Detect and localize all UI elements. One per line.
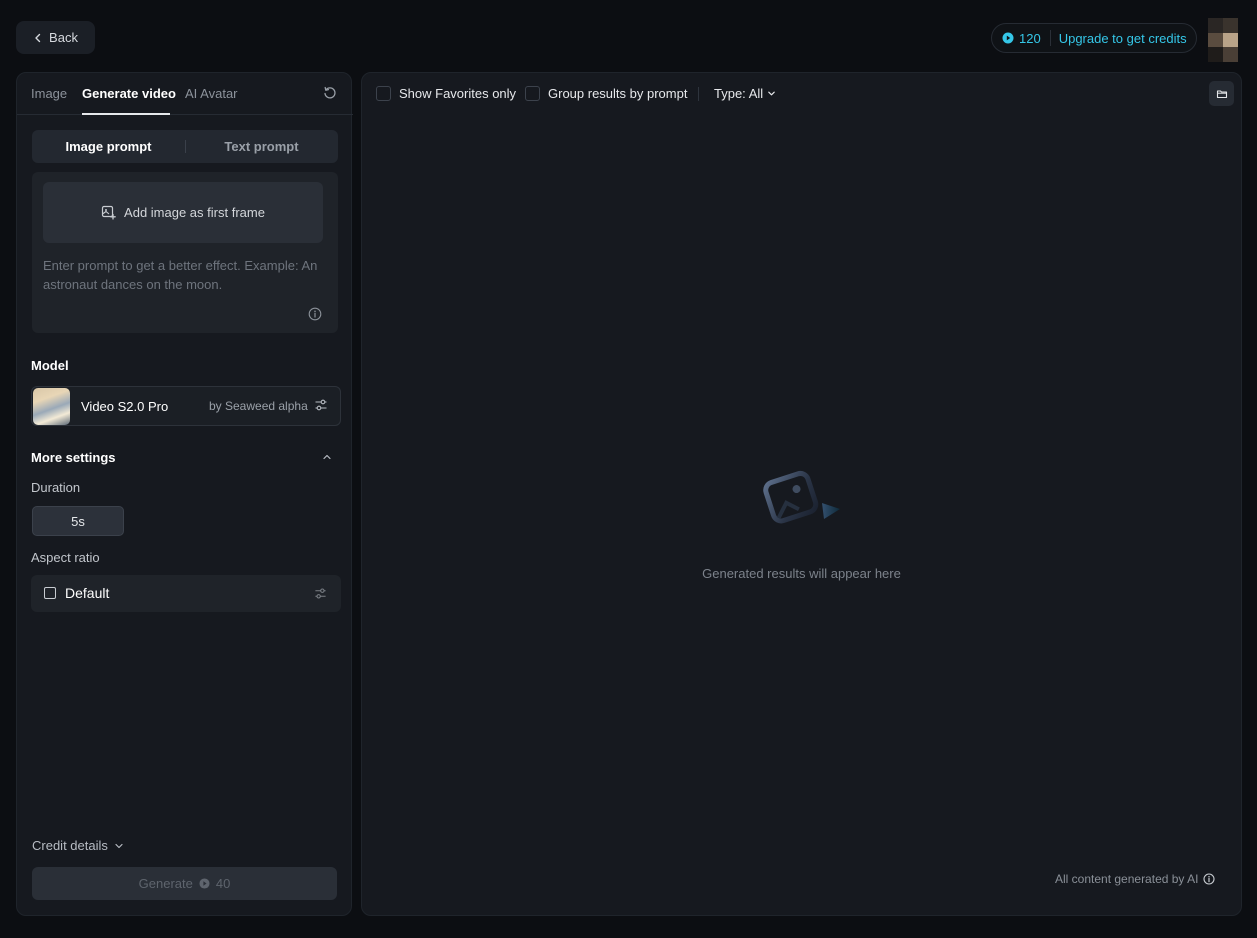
play-circle-icon (1002, 32, 1014, 44)
ai-disclaimer: All content generated by AI (1055, 872, 1215, 886)
add-first-frame-button[interactable]: Add image as first frame (43, 182, 323, 243)
left-panel: Image Generate video AI Avatar Image pro… (16, 72, 353, 916)
credit-balance: 120 (1002, 30, 1051, 46)
type-filter-dropdown[interactable]: Type: All (714, 86, 776, 101)
favorites-label: Show Favorites only (399, 86, 517, 101)
credit-details-toggle[interactable]: Credit details (32, 838, 124, 853)
text-prompt-option[interactable]: Text prompt (185, 130, 338, 163)
duration-option-5s[interactable]: 5s (32, 506, 124, 536)
favorites-filter[interactable]: Show Favorites only (376, 86, 516, 101)
back-label: Back (49, 30, 78, 45)
duration-label: Duration (31, 480, 81, 495)
tab-generate-video[interactable]: Generate video (82, 86, 176, 101)
refresh-icon[interactable] (323, 86, 337, 100)
tab-ai-avatar[interactable]: AI Avatar (185, 86, 238, 101)
model-name: Video S2.0 Pro (81, 399, 169, 414)
favorites-checkbox[interactable] (376, 86, 391, 101)
ai-disclaimer-label: All content generated by AI (1055, 872, 1199, 886)
filter-divider (698, 87, 699, 101)
folder-icon (1216, 89, 1227, 98)
prompt-mode-toggle: Image prompt Text prompt (32, 130, 338, 163)
credit-count: 120 (1019, 30, 1041, 46)
chevron-left-icon (35, 33, 41, 42)
upgrade-link[interactable]: Upgrade to get credits (1051, 31, 1187, 46)
info-icon[interactable] (1203, 873, 1215, 885)
chevron-down-icon (115, 843, 123, 848)
chevron-up-icon[interactable] (322, 452, 332, 462)
group-label: Group results by prompt (548, 86, 688, 101)
image-prompt-option[interactable]: Image prompt (32, 130, 185, 163)
model-title: Model (31, 358, 69, 373)
tab-image[interactable]: Image (31, 86, 67, 101)
active-tab-indicator (82, 113, 170, 115)
generate-button[interactable]: Generate 40 (32, 867, 337, 900)
prompt-input[interactable] (43, 256, 323, 300)
top-bar: Back 120 Upgrade to get credits (0, 0, 1257, 72)
add-frame-label: Add image as first frame (124, 205, 265, 220)
play-circle-icon (199, 878, 210, 889)
model-thumbnail (33, 388, 70, 425)
aspect-ratio-label: Aspect ratio (31, 550, 100, 565)
group-filter[interactable]: Group results by prompt (525, 86, 687, 101)
back-button[interactable]: Back (16, 21, 95, 54)
aspect-ratio-icon (44, 587, 56, 599)
folder-button[interactable] (1209, 81, 1234, 106)
avatar[interactable] (1208, 18, 1238, 62)
credits-pill: 120 Upgrade to get credits (991, 23, 1197, 53)
group-checkbox[interactable] (525, 86, 540, 101)
aspect-ratio-value: Default (65, 585, 110, 601)
model-provider: by Seaweed alpha (209, 399, 308, 413)
results-panel: Show Favorites only Group results by pro… (361, 72, 1242, 916)
empty-video-icon (763, 470, 840, 524)
chevron-down-icon (768, 91, 775, 96)
generate-cost: 40 (215, 876, 231, 891)
prompt-box: Add image as first frame (32, 172, 338, 333)
info-icon[interactable] (308, 307, 322, 321)
generate-label: Generate (138, 876, 193, 891)
more-settings-title: More settings (31, 450, 116, 465)
empty-state-text: Generated results will appear here (702, 566, 901, 581)
sliders-icon[interactable] (314, 398, 328, 412)
image-plus-icon (101, 205, 116, 220)
model-selector[interactable]: Video S2.0 Pro by Seaweed alpha (31, 386, 341, 426)
aspect-ratio-selector[interactable]: Default (31, 575, 341, 612)
type-filter-label: Type: All (714, 86, 764, 101)
credit-details-label: Credit details (32, 838, 108, 853)
sliders-icon (315, 588, 326, 599)
mode-tabs: Image Generate video AI Avatar (17, 73, 353, 115)
